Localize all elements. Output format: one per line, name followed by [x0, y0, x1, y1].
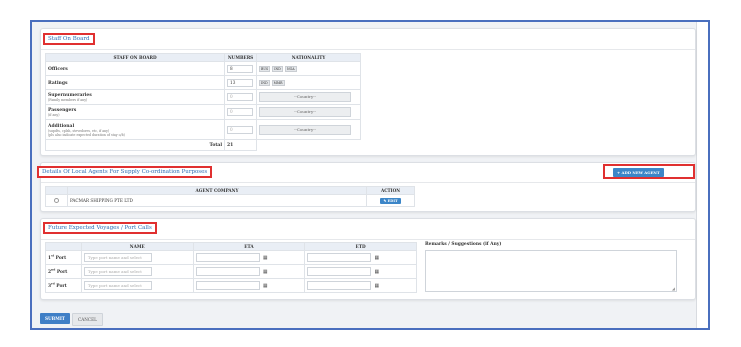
add-agent-highlight: + ADD NEW AGENT	[603, 164, 695, 179]
etd-header: ETD	[304, 242, 417, 251]
edit-agent-button[interactable]: ✎ EDIT	[380, 197, 401, 204]
calendar-icon[interactable]: ▦	[375, 283, 380, 289]
staff-header: STAFF ON BOARD	[44, 53, 226, 62]
agents-panel-title: Details Of Local Agents For Supply Co-or…	[37, 166, 213, 178]
submit-button[interactable]: SUBMIT	[40, 313, 70, 324]
etd-date-input[interactable]: ▦	[307, 252, 379, 262]
add-new-agent-button[interactable]: + ADD NEW AGENT	[613, 168, 664, 177]
panel-divider	[41, 49, 695, 50]
remarks-label: Remarks / Suggestions (if Any)	[425, 242, 502, 247]
form-frame: Staff On Board STAFF ON BOARD NUMBERS NA…	[30, 20, 710, 330]
nationality-tag[interactable]: NGA	[284, 65, 297, 72]
ratings-number-input[interactable]: 13	[227, 78, 254, 87]
table-row: Passengers (if any) 0 --Country--	[44, 104, 361, 120]
nationality-tag[interactable]: BUS	[259, 65, 271, 72]
calendar-icon[interactable]: ▦	[263, 283, 268, 289]
table-row: Ratings 13 IND MMR	[44, 75, 361, 90]
port-name-input[interactable]: Type port name and select	[83, 267, 152, 276]
passengers-number-input[interactable]: 0	[227, 108, 254, 116]
calendar-icon[interactable]: ▦	[375, 255, 380, 261]
eta-date-input[interactable]: ▦	[195, 252, 268, 262]
row-label: Additional	[48, 123, 75, 129]
row-label: Ratings	[48, 80, 68, 86]
row-label: Officers	[48, 66, 68, 72]
table-row: 2nd Port Type port name and select ▦ ▦	[45, 264, 417, 279]
staff-panel: Staff On Board STAFF ON BOARD NUMBERS NA…	[40, 28, 696, 156]
staff-table: STAFF ON BOARD NUMBERS NATIONALITY Offic…	[44, 53, 361, 151]
officers-number-input[interactable]: 8	[227, 64, 254, 73]
nationality-tag[interactable]: MMR	[271, 79, 285, 86]
etd-date-input[interactable]: ▦	[307, 266, 379, 276]
agent-company-header: AGENT COMPANY	[66, 186, 368, 195]
calendar-icon[interactable]: ▦	[263, 255, 268, 261]
name-header: NAME	[80, 242, 194, 251]
port-label: 2nd Port	[48, 267, 68, 276]
row-sublabel: (Family members if any)	[48, 98, 88, 102]
table-row: Supernumeraries (Family members if any) 0…	[44, 89, 361, 105]
supernumeraries-number-input[interactable]: 0	[227, 93, 254, 101]
staff-panel-title: Staff On Board	[43, 33, 95, 45]
nationality-tag[interactable]: IND	[272, 65, 283, 72]
numbers-header: NUMBERS	[224, 53, 258, 62]
nationality-header: NATIONALITY	[256, 53, 361, 62]
table-row: PACMAR SHIPPING PTE LTD ✎ EDIT	[45, 194, 415, 207]
port-name-input[interactable]: Type port name and select	[83, 253, 152, 262]
cancel-button[interactable]: CANCEL	[72, 313, 103, 326]
scrollbar-gutter[interactable]	[696, 22, 708, 328]
remarks-textarea[interactable]: ◢	[425, 250, 677, 292]
port-label: 3rd Port	[48, 281, 67, 290]
table-row: Additional (supdts, cplsh, stevedores, et…	[44, 119, 361, 140]
voyages-panel: Future Expected Voyages / Port Calls NAM…	[40, 218, 696, 300]
voyages-table: NAME ETA ETD 1st Port Type port name and…	[45, 242, 417, 293]
row-sublabel: (pls also indicate expected duration of …	[48, 132, 125, 137]
table-row: Officers 8 BUS IND NGA	[44, 61, 361, 76]
radio-header	[45, 186, 68, 195]
eta-header: ETA	[192, 242, 306, 251]
etd-date-input[interactable]: ▦	[307, 280, 379, 290]
agent-radio[interactable]	[53, 197, 59, 203]
calendar-icon[interactable]: ▦	[263, 269, 268, 275]
additional-number-input[interactable]: 0	[227, 125, 254, 134]
country-select[interactable]: --Country--	[259, 107, 352, 117]
agents-table: AGENT COMPANY ACTION PACMAR SHIPPING PTE…	[45, 186, 415, 207]
port-header	[45, 242, 82, 251]
resize-handle-icon[interactable]: ◢	[672, 286, 675, 291]
eta-date-input[interactable]: ▦	[195, 280, 268, 290]
calendar-icon[interactable]: ▦	[375, 269, 380, 275]
row-sublabel: (if any)	[48, 113, 60, 117]
nationality-tag[interactable]: IND	[259, 79, 270, 86]
total-label: Total	[209, 143, 223, 148]
port-label: 1st Port	[48, 253, 67, 262]
port-name-input[interactable]: Type port name and select	[83, 281, 152, 290]
table-row: 3rd Port Type port name and select ▦ ▦	[45, 278, 417, 293]
country-select[interactable]: --Country--	[259, 124, 352, 135]
agents-panel: Details Of Local Agents For Supply Co-or…	[37, 162, 696, 212]
total-row: Total 21	[44, 139, 361, 151]
country-select[interactable]: --Country--	[259, 92, 352, 102]
agent-company-name: PACMAR SHIPPING PTE LTD	[69, 198, 133, 203]
voyages-panel-title: Future Expected Voyages / Port Calls	[43, 222, 157, 234]
action-header: ACTION	[366, 186, 415, 195]
eta-date-input[interactable]: ▦	[195, 266, 268, 276]
panel-divider	[41, 182, 695, 183]
panel-divider	[41, 239, 695, 240]
table-row: 1st Port Type port name and select ▦ ▦	[45, 250, 417, 265]
total-value: 21	[227, 143, 234, 148]
